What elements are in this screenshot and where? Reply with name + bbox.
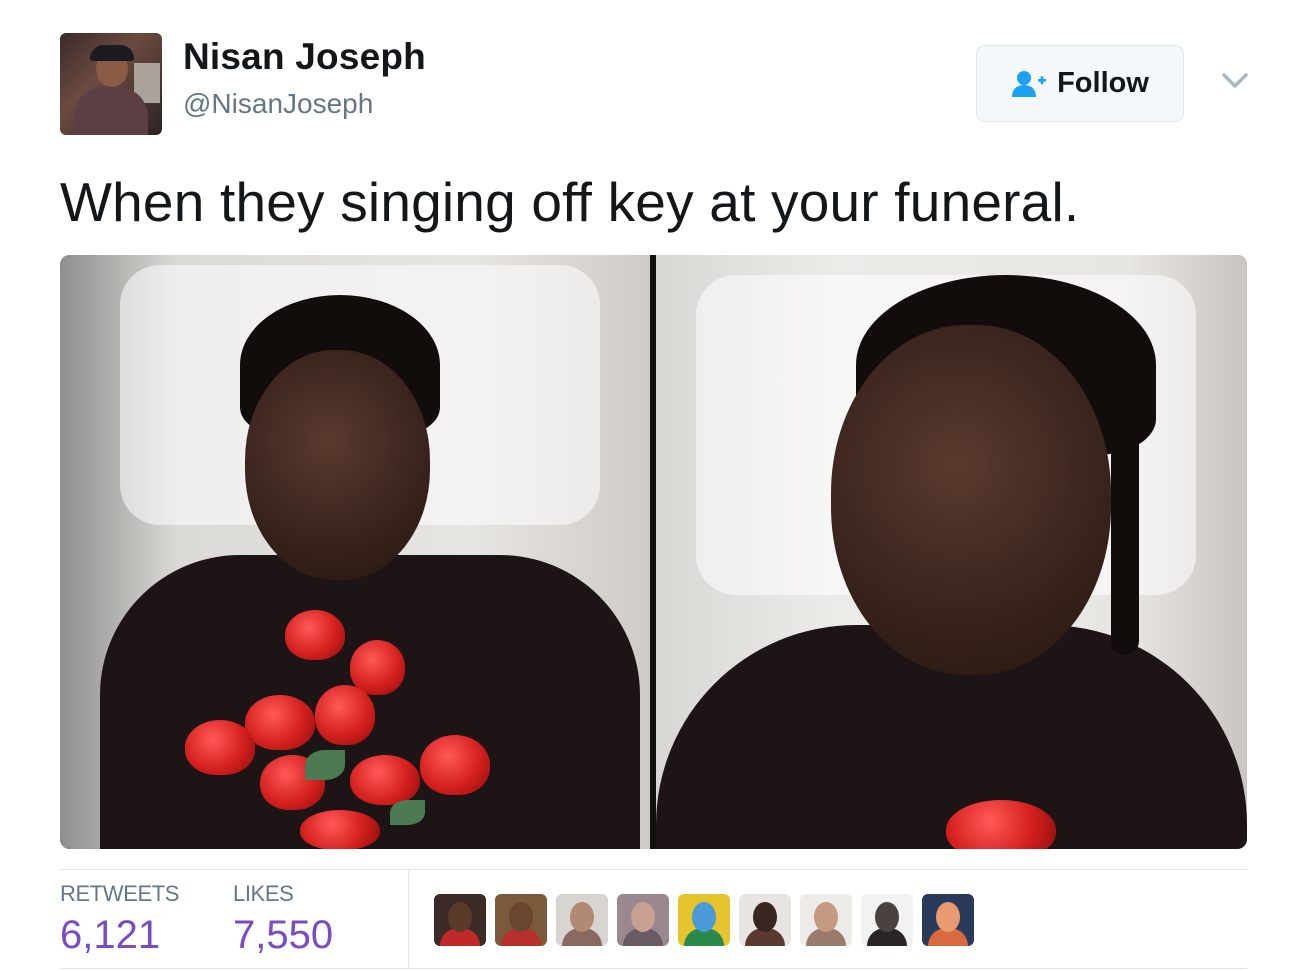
chevron-down-icon[interactable] bbox=[1220, 68, 1250, 94]
stats-divider-top bbox=[60, 869, 1247, 870]
leaf bbox=[305, 750, 345, 780]
follow-button[interactable]: Follow bbox=[976, 45, 1184, 122]
braid bbox=[1111, 395, 1139, 655]
liker-avatar-2[interactable] bbox=[495, 894, 547, 946]
leaf bbox=[390, 800, 425, 825]
rose bbox=[350, 755, 420, 805]
stats-divider-bottom bbox=[60, 968, 1247, 969]
liker-avatars bbox=[434, 894, 974, 946]
user-avatar[interactable] bbox=[60, 33, 162, 135]
avatar-torso bbox=[74, 87, 148, 135]
face bbox=[245, 350, 430, 580]
rose bbox=[285, 610, 345, 660]
liker-avatar-9[interactable] bbox=[922, 894, 974, 946]
face bbox=[831, 325, 1111, 675]
rose bbox=[300, 810, 380, 849]
rose bbox=[420, 735, 490, 795]
retweets-count: 6,121 bbox=[60, 913, 161, 957]
follow-button-label: Follow bbox=[1057, 67, 1149, 99]
liker-avatar-face bbox=[448, 902, 472, 932]
stats-separator bbox=[408, 870, 409, 968]
liker-avatar-8[interactable] bbox=[861, 894, 913, 946]
liker-avatar-face bbox=[570, 902, 594, 932]
liker-avatar-face bbox=[753, 902, 777, 932]
liker-avatar-4[interactable] bbox=[617, 894, 669, 946]
media-panel-right[interactable] bbox=[656, 255, 1247, 849]
likes-stat[interactable]: LIKES 7,550 bbox=[233, 881, 333, 958]
liker-avatar-face bbox=[814, 902, 838, 932]
liker-avatar-7[interactable] bbox=[800, 894, 852, 946]
liker-avatar-6[interactable] bbox=[739, 894, 791, 946]
liker-avatar-1[interactable] bbox=[434, 894, 486, 946]
display-name[interactable]: Nisan Joseph bbox=[183, 36, 426, 78]
rose bbox=[350, 640, 405, 695]
user-handle[interactable]: @NisanJoseph bbox=[183, 88, 373, 120]
media-panel-left[interactable] bbox=[60, 255, 650, 849]
likes-count: 7,550 bbox=[233, 913, 334, 957]
avatar-cap bbox=[90, 45, 134, 61]
liker-avatar-face bbox=[509, 902, 533, 932]
rose bbox=[315, 685, 375, 745]
liker-avatar-face bbox=[936, 902, 960, 932]
rose bbox=[245, 695, 315, 750]
liker-avatar-5[interactable] bbox=[678, 894, 730, 946]
rose bbox=[185, 720, 255, 775]
tweet-media[interactable] bbox=[60, 255, 1247, 849]
liker-avatar-face bbox=[692, 902, 716, 932]
likes-label: LIKES bbox=[233, 881, 294, 906]
tweet-card: Nisan Joseph @NisanJoseph Follow When th… bbox=[0, 0, 1290, 971]
tweet-text: When they singing off key at your funera… bbox=[60, 171, 1080, 233]
add-user-icon bbox=[1011, 70, 1047, 98]
liker-avatar-face bbox=[875, 902, 899, 932]
retweets-label: RETWEETS bbox=[60, 881, 180, 906]
liker-avatar-3[interactable] bbox=[556, 894, 608, 946]
liker-avatar-face bbox=[631, 902, 655, 932]
retweets-stat[interactable]: RETWEETS 6,121 bbox=[60, 881, 179, 958]
